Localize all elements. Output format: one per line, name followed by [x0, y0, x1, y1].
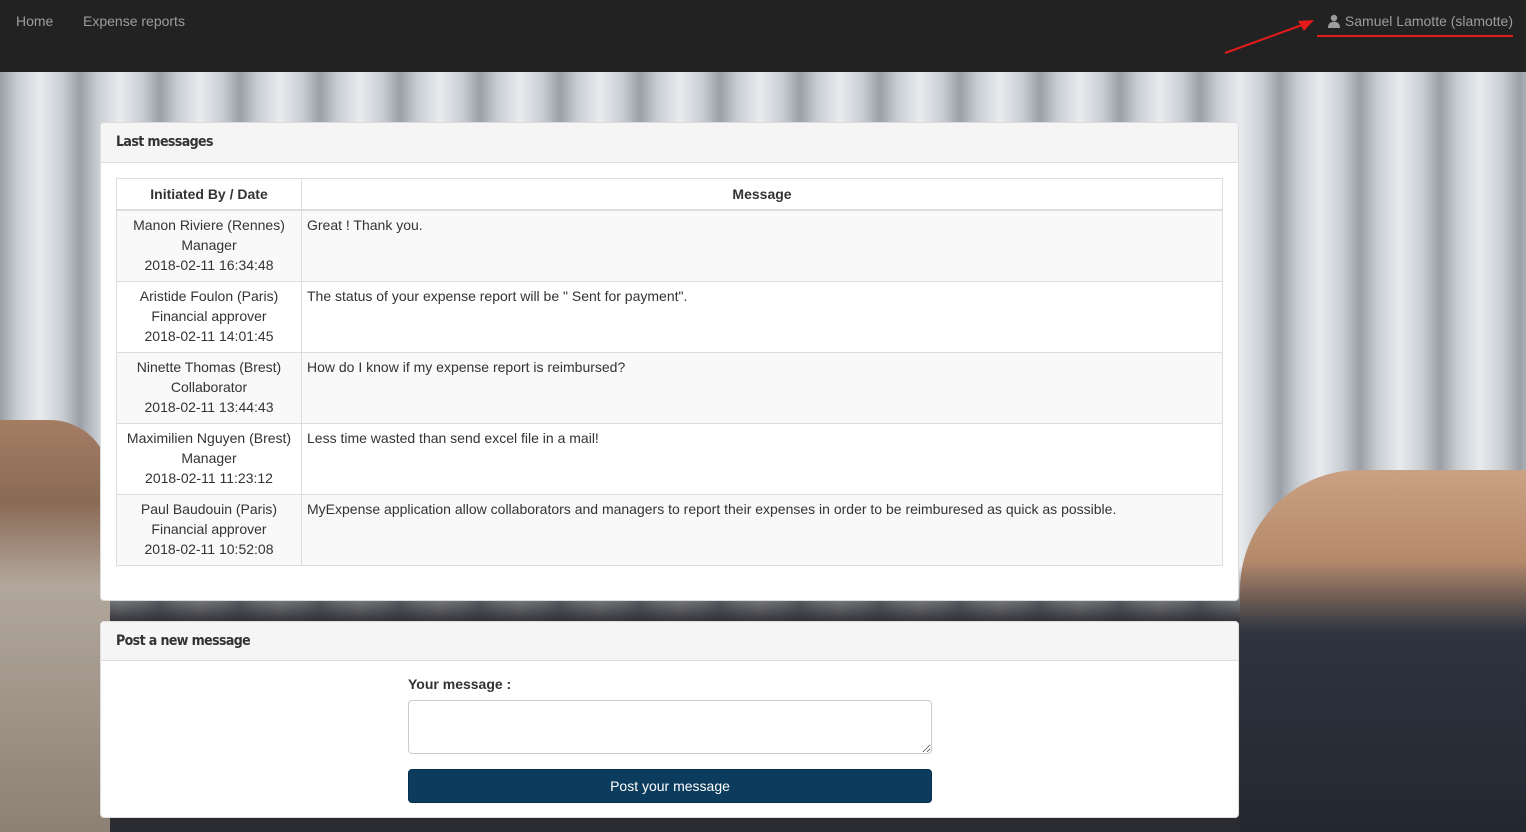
message-cell: How do I know if my expense report is re…: [301, 352, 1223, 424]
user-icon: [1327, 14, 1340, 28]
initiated-cell: Maximilien Nguyen (Brest) Manager 2018-0…: [116, 423, 302, 495]
author-name: Paul Baudouin (Paris): [140, 501, 278, 517]
last-messages-panel: Last messages Initiated By / Date Messag…: [100, 122, 1239, 601]
message-date: 2018-02-11 10:52:08: [144, 541, 274, 557]
author-name: Manon Riviere (Rennes): [133, 217, 285, 233]
message-cell: Great ! Thank you.: [301, 209, 1223, 282]
table-row: Ninette Thomas (Brest) Collaborator 2018…: [116, 352, 1223, 424]
last-messages-title: Last messages: [101, 123, 1238, 163]
author-role: Manager: [181, 237, 237, 253]
messages-table: Initiated By / Date Message Manon Rivier…: [116, 178, 1223, 566]
column-header-initiated: Initiated By / Date: [116, 178, 302, 211]
nav-user-label: Samuel Lamotte (slamotte): [1344, 13, 1513, 29]
author-role: Manager: [181, 450, 237, 466]
message-date: 2018-02-11 16:34:48: [144, 257, 274, 273]
background-photo-person-right: [1240, 470, 1526, 832]
initiated-cell: Paul Baudouin (Paris) Financial approver…: [116, 494, 302, 566]
column-header-message: Message: [301, 178, 1223, 211]
red-arrow-annotation-icon: [1224, 20, 1314, 54]
message-cell: The status of your expense report will b…: [301, 281, 1223, 353]
message-textarea[interactable]: [408, 700, 932, 754]
message-date: 2018-02-11 11:23:12: [145, 470, 273, 486]
table-row: Manon Riviere (Rennes) Manager 2018-02-1…: [116, 209, 1223, 282]
author-role: Financial approver: [151, 308, 267, 324]
post-message-panel: Post a new message Your message : Post y…: [100, 621, 1239, 818]
author-role: Financial approver: [151, 521, 267, 537]
message-cell: MyExpense application allow collaborator…: [301, 494, 1223, 566]
table-row: Maximilien Nguyen (Brest) Manager 2018-0…: [116, 423, 1223, 495]
author-name: Ninette Thomas (Brest): [136, 359, 282, 375]
table-row: Aristide Foulon (Paris) Financial approv…: [116, 281, 1223, 353]
initiated-cell: Aristide Foulon (Paris) Financial approv…: [116, 281, 302, 353]
nav-user-menu[interactable]: Samuel Lamotte (slamotte): [1316, 13, 1513, 37]
nav-expense-reports-link[interactable]: Expense reports: [83, 13, 185, 29]
author-name: Aristide Foulon (Paris): [139, 288, 279, 304]
initiated-cell: Manon Riviere (Rennes) Manager 2018-02-1…: [116, 209, 302, 282]
message-cell: Less time wasted than send excel file in…: [301, 423, 1223, 495]
table-header-row: Initiated By / Date Message: [116, 178, 1223, 211]
author-role: Collaborator: [170, 379, 248, 395]
message-field-label: Your message :: [408, 676, 512, 692]
initiated-cell: Ninette Thomas (Brest) Collaborator 2018…: [116, 352, 302, 424]
message-date: 2018-02-11 13:44:43: [144, 399, 274, 415]
table-row: Paul Baudouin (Paris) Financial approver…: [116, 494, 1223, 566]
post-message-title: Post a new message: [101, 622, 1238, 661]
author-name: Maximilien Nguyen (Brest): [126, 430, 292, 446]
background-photo-person-left: [0, 420, 110, 832]
nav-home-link[interactable]: Home: [16, 13, 53, 29]
post-message-button[interactable]: Post your message: [408, 769, 932, 803]
message-date: 2018-02-11 14:01:45: [144, 328, 274, 344]
